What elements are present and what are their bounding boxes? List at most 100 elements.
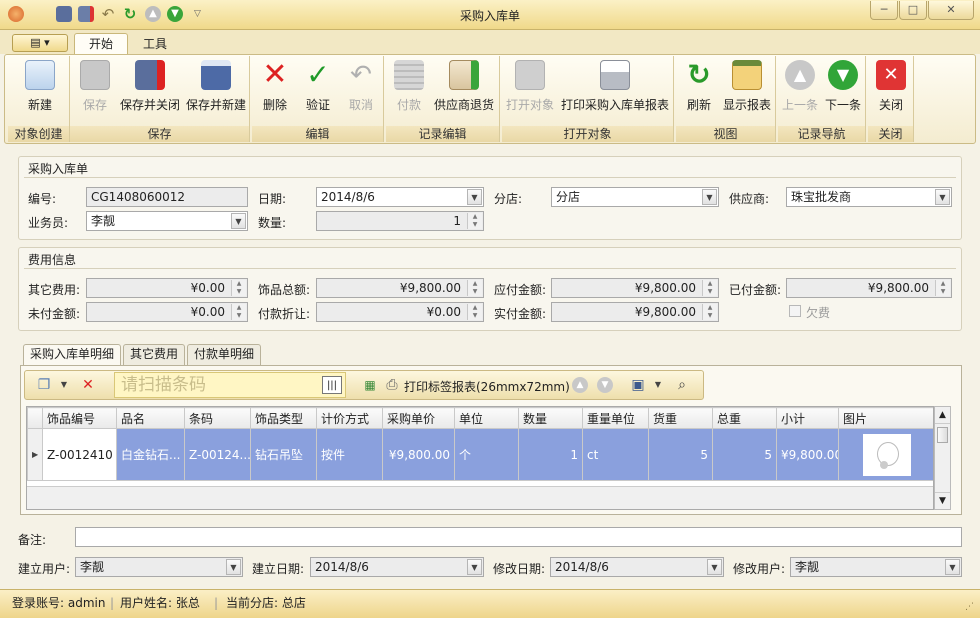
chevron-down-icon[interactable]: ▼ bbox=[54, 375, 74, 395]
barcode-scan-input[interactable]: 请扫描条码 bbox=[114, 372, 346, 398]
table-cell[interactable]: Z-0012410 bbox=[42, 428, 117, 481]
chevron-down-icon[interactable]: ▼ bbox=[707, 559, 722, 575]
spinner-icon[interactable]: ▲ ▼ bbox=[467, 304, 482, 320]
spinner-icon[interactable]: ▲ ▼ bbox=[702, 280, 717, 296]
customize-menu-icon[interactable]: ▽ bbox=[194, 6, 210, 22]
creator-field[interactable]: 李靓 ▼ bbox=[75, 557, 243, 577]
tab-tools[interactable]: 工具 bbox=[128, 33, 182, 55]
column-header[interactable]: 条码 bbox=[184, 407, 251, 429]
column-header[interactable]: 采购单价 bbox=[382, 407, 455, 429]
chevron-down-icon[interactable]: ▼ bbox=[467, 559, 482, 575]
resize-grip-icon[interactable]: ⋰ bbox=[965, 596, 974, 618]
supplier-return-button[interactable]: 供应商退货 bbox=[432, 58, 496, 120]
arrow-down-quick-icon[interactable]: ▼ bbox=[167, 6, 183, 22]
chevron-down-icon[interactable]: ▼ bbox=[226, 559, 241, 575]
close-window-button[interactable]: ✕ bbox=[928, 1, 974, 20]
staff-select[interactable]: 李靓 ▼ bbox=[86, 211, 248, 231]
tab-receipt-details[interactable]: 采购入库单明细 bbox=[23, 344, 122, 366]
chevron-down-icon[interactable]: ▼ bbox=[467, 189, 482, 205]
payment-button[interactable]: 付款 bbox=[390, 58, 428, 120]
new-row-icon[interactable]: ❐ bbox=[34, 375, 54, 395]
verify-button[interactable]: ✓ 验证 bbox=[298, 58, 338, 120]
column-header[interactable]: 计价方式 bbox=[316, 407, 383, 429]
spinner-icon[interactable]: ▲ ▼ bbox=[231, 304, 246, 320]
tab-other-fees[interactable]: 其它费用 bbox=[123, 344, 186, 365]
cancel-button[interactable]: ↶ 取消 bbox=[342, 58, 380, 120]
app-menu-button[interactable]: ▤ ▾ bbox=[12, 34, 68, 52]
qty-field[interactable]: 1 ▲ ▼ bbox=[316, 211, 484, 231]
column-header[interactable]: 总重 bbox=[712, 407, 777, 429]
modified-date-field[interactable]: 2014/8/6 ▼ bbox=[550, 557, 724, 577]
table-cell-image[interactable] bbox=[838, 428, 933, 481]
save-layout-icon[interactable]: ▣ bbox=[628, 375, 648, 395]
minimize-button[interactable]: ─ bbox=[870, 1, 898, 20]
table-cell[interactable]: ¥9,800.00 bbox=[382, 428, 455, 481]
barcode-icon[interactable]: ||| bbox=[322, 376, 342, 394]
table-cell[interactable]: 钻石吊坠 bbox=[250, 428, 317, 481]
spinner-icon[interactable]: ▲ ▼ bbox=[467, 213, 482, 229]
move-down-icon[interactable]: ▼ bbox=[597, 377, 613, 393]
scroll-up-icon[interactable]: ▲ bbox=[935, 407, 950, 424]
table-cell[interactable]: 1 bbox=[518, 428, 583, 481]
discount-field[interactable]: ¥0.00 ▲ ▼ bbox=[316, 302, 484, 322]
zoom-icon[interactable]: ⌕ bbox=[672, 375, 692, 395]
table-cell[interactable]: ¥9,800.00 bbox=[776, 428, 839, 481]
next-record-button[interactable]: ▼ 下一条 bbox=[822, 58, 864, 120]
supplier-select[interactable]: 珠宝批发商 ▼ bbox=[786, 187, 952, 207]
save-new-button[interactable]: 保存并新建 bbox=[184, 58, 248, 120]
save-button[interactable]: 保存 bbox=[72, 58, 118, 120]
unpaid-field[interactable]: ¥0.00 ▲ ▼ bbox=[86, 302, 248, 322]
column-header[interactable]: 饰品编号 bbox=[42, 407, 117, 429]
table-cell[interactable]: 5 bbox=[648, 428, 713, 481]
export-sheet-icon[interactable]: ▦ bbox=[360, 375, 380, 395]
close-button[interactable]: ✕ 关闭 bbox=[870, 58, 912, 120]
branch-select[interactable]: 分店 ▼ bbox=[551, 187, 719, 207]
created-date-field[interactable]: 2014/8/6 ▼ bbox=[310, 557, 484, 577]
refresh-quick-icon[interactable]: ↻ bbox=[122, 6, 138, 22]
table-cell[interactable]: ct bbox=[582, 428, 649, 481]
maximize-button[interactable]: □ bbox=[899, 1, 927, 20]
column-header[interactable]: 数量 bbox=[518, 407, 583, 429]
column-header[interactable]: 品名 bbox=[116, 407, 185, 429]
note-field[interactable] bbox=[75, 527, 962, 547]
save-quick-icon[interactable] bbox=[56, 6, 72, 22]
other-fee-field[interactable]: ¥0.00 ▲ ▼ bbox=[86, 278, 248, 298]
open-object-button[interactable]: 打开对象 bbox=[504, 58, 556, 120]
new-button[interactable]: 新建 bbox=[14, 58, 66, 120]
scroll-down-icon[interactable]: ▼ bbox=[935, 492, 950, 509]
column-header[interactable]: 单位 bbox=[454, 407, 519, 429]
tab-start[interactable]: 开始 bbox=[74, 33, 129, 55]
table-cell[interactable]: 按件 bbox=[316, 428, 383, 481]
table-cell[interactable]: Z-00124... bbox=[184, 428, 251, 481]
owed-checkbox[interactable] bbox=[789, 305, 801, 317]
spinner-icon[interactable]: ▲ ▼ bbox=[467, 280, 482, 296]
print-label-button[interactable]: 打印标签报表(26mmx72mm) bbox=[404, 378, 570, 395]
spinner-icon[interactable]: ▲ ▼ bbox=[935, 280, 950, 296]
chevron-down-icon[interactable]: ▼ bbox=[648, 375, 668, 395]
column-header[interactable]: 饰品类型 bbox=[250, 407, 317, 429]
tab-payment-details[interactable]: 付款单明细 bbox=[187, 344, 262, 365]
spinner-icon[interactable]: ▲ ▼ bbox=[702, 304, 717, 320]
table-row[interactable]: ▶ Z-0012410 白金钻石... Z-00124... 钻石吊坠 按件 ¥… bbox=[27, 428, 933, 481]
app-logo-icon[interactable] bbox=[8, 6, 24, 22]
show-report-button[interactable]: 显示报表 bbox=[720, 58, 774, 120]
chevron-down-icon[interactable]: ▼ bbox=[945, 559, 960, 575]
code-field[interactable]: CG1408060012 bbox=[86, 187, 248, 207]
undo-quick-icon[interactable]: ↶ bbox=[100, 6, 116, 22]
modifier-field[interactable]: 李靓 ▼ bbox=[790, 557, 962, 577]
spinner-icon[interactable]: ▲ ▼ bbox=[231, 280, 246, 296]
chevron-down-icon[interactable]: ▼ bbox=[231, 213, 246, 229]
chevron-down-icon[interactable]: ▼ bbox=[935, 189, 950, 205]
column-header[interactable]: 图片 bbox=[838, 407, 933, 429]
prev-record-button[interactable]: ▲ 上一条 bbox=[780, 58, 820, 120]
column-header[interactable]: 货重 bbox=[648, 407, 713, 429]
goods-total-field[interactable]: ¥9,800.00 ▲ ▼ bbox=[316, 278, 484, 298]
table-cell[interactable]: 白金钻石... bbox=[116, 428, 185, 481]
delete-button[interactable]: ✕ 删除 bbox=[256, 58, 294, 120]
payable-field[interactable]: ¥9,800.00 ▲ ▼ bbox=[551, 278, 719, 298]
scroll-thumb[interactable] bbox=[937, 427, 948, 443]
arrow-up-quick-icon[interactable]: ▲ bbox=[145, 6, 161, 22]
column-header[interactable]: 重量单位 bbox=[582, 407, 649, 429]
column-header[interactable]: 小计 bbox=[776, 407, 839, 429]
table-cell[interactable]: 5 bbox=[712, 428, 777, 481]
